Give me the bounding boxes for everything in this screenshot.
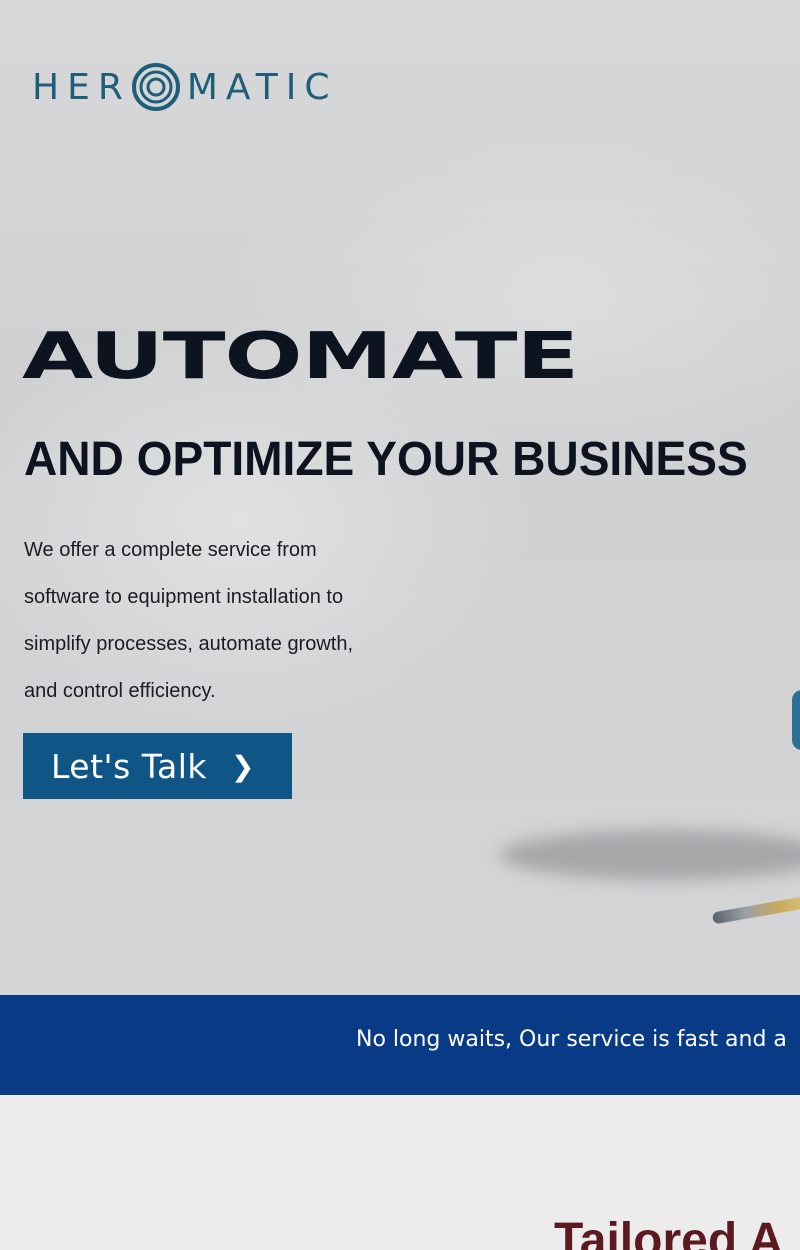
lets-talk-label: Let's Talk [51,746,207,786]
tailored-section: Tailored A [0,1095,800,1250]
intro-line: and control efficiency. [24,680,216,702]
product-shadow [500,830,800,880]
device-edge-image [792,690,800,750]
concentric-circle-logo-icon [131,63,180,111]
brand-logo[interactable]: HER MATIC [32,62,337,112]
intro-line: We offer a complete service from [24,539,317,561]
decorative-stripe [0,0,29,70]
section-heading: Tailored A [554,1214,784,1250]
info-banner: No long waits, Our service is fast and a [0,995,800,1095]
hero-section: HER MATIC AUTOMATE AND OPTIMIZE YOUR BUS… [0,0,800,995]
logo-text-right: MATIC [186,66,338,108]
hero-subheadline: AND OPTIMIZE YOUR BUSINESS [24,433,748,486]
intro-line: simplify processes, automate growth, [24,633,354,655]
intro-line: software to equipment installation to [24,586,344,608]
chevron-right-icon: ❯ [231,749,255,783]
hero-headline: AUTOMATE [22,319,579,394]
lets-talk-button[interactable]: Let's Talk ❯ [23,733,292,799]
logo-text-left: HER [32,66,131,108]
banner-text: No long waits, Our service is fast and a [356,1027,787,1052]
pen-image [711,893,800,925]
hero-intro: We offer a complete service from softwar… [24,527,414,715]
